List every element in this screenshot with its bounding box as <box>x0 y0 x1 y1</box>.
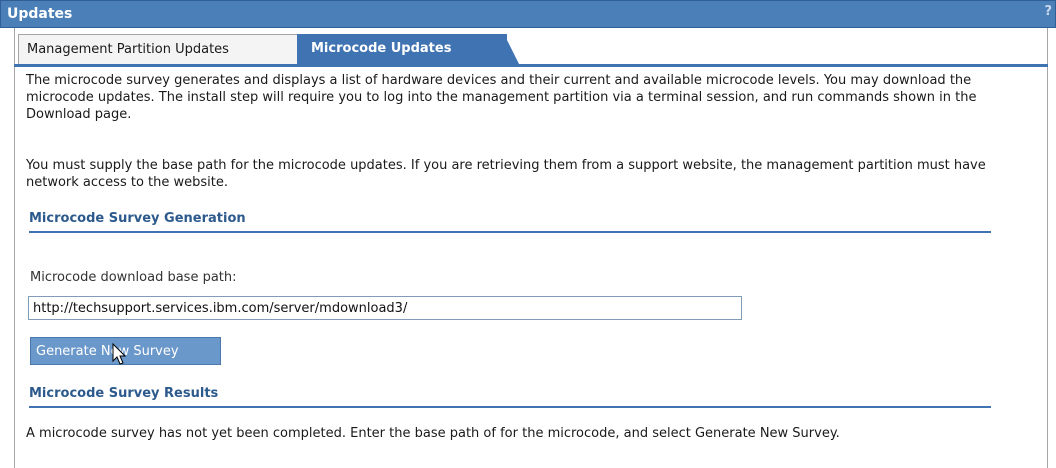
tab-label: Microcode Updates <box>311 41 452 56</box>
tab-microcode-updates[interactable]: Microcode Updates <box>297 34 507 66</box>
tab-label: Management Partition Updates <box>27 42 229 57</box>
intro-paragraph-2: You must supply the base path for the mi… <box>26 158 986 190</box>
survey-generation-heading: Microcode Survey Generation <box>29 211 991 233</box>
panel-title: Updates <box>7 6 73 22</box>
panel-title-bar: Updates ? <box>0 0 1056 28</box>
survey-results-message: A microcode survey has not yet been comp… <box>26 426 840 441</box>
tab-underline <box>14 64 1048 67</box>
intro-paragraph-1: The microcode survey generates and displ… <box>26 73 977 122</box>
tab-management-partition-updates[interactable]: Management Partition Updates <box>18 34 298 64</box>
tab-slant <box>490 34 520 66</box>
help-icon[interactable]: ? <box>1044 4 1052 19</box>
mouse-pointer-icon <box>112 343 127 365</box>
survey-results-heading: Microcode Survey Results <box>29 386 991 408</box>
path-label: Microcode download base path: <box>30 270 237 285</box>
base-path-input[interactable] <box>28 296 742 320</box>
